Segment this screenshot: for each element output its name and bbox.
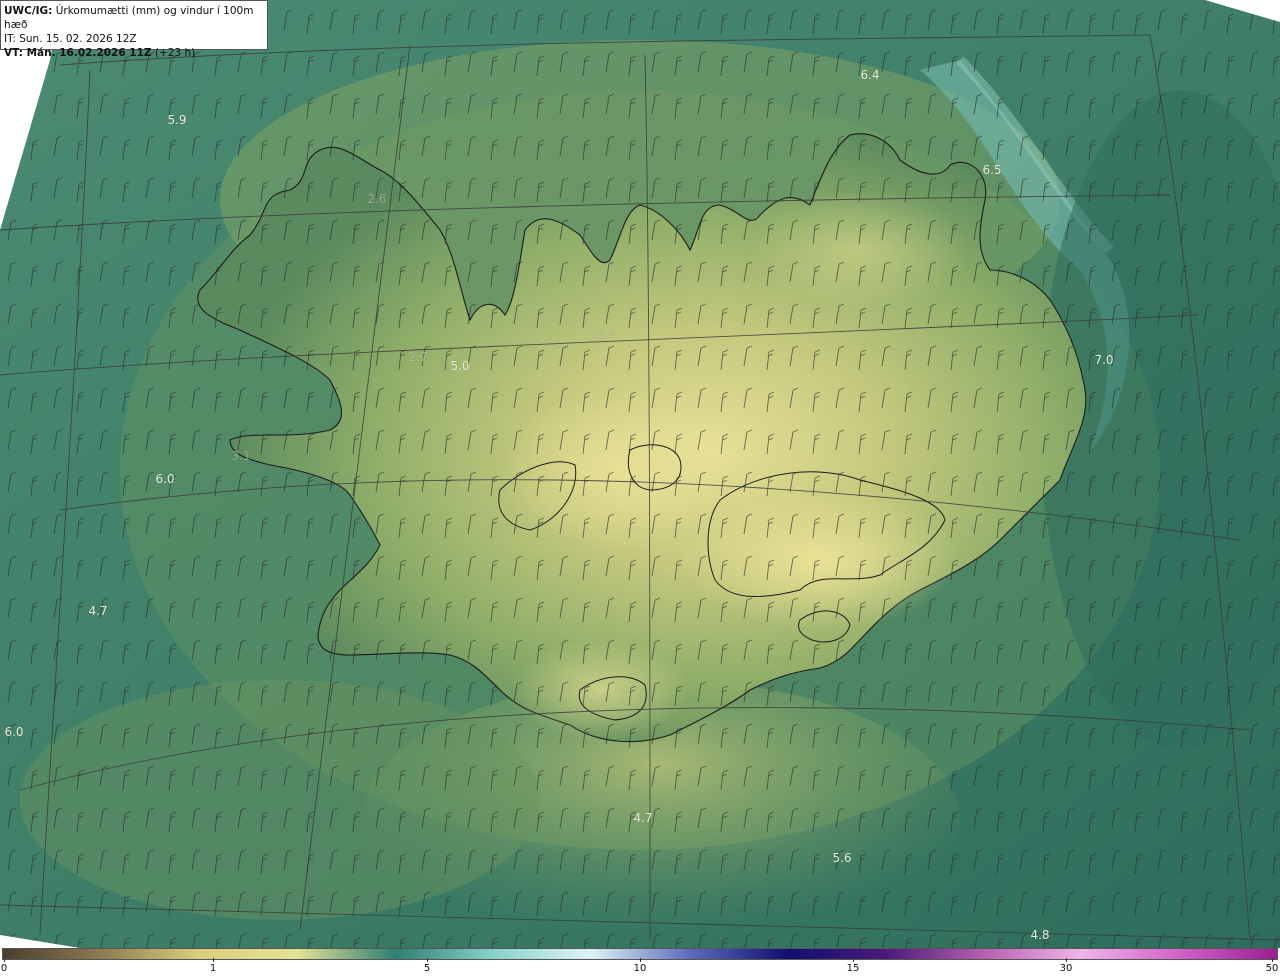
- map-value-label: 2.7: [408, 350, 428, 364]
- issued-time: IT: Sun. 15. 02. 2026 12Z: [4, 33, 137, 45]
- colorbar-tick-label: 5: [423, 963, 431, 974]
- model-prefix: UWC/IG:: [4, 5, 53, 17]
- colorbar-tick-mark: [4, 958, 5, 962]
- colorbar-tick-label: 0: [0, 963, 8, 974]
- map-value-label: 6.0: [155, 472, 175, 486]
- colorbar-tick-label: 15: [846, 963, 860, 974]
- colorbar-tick-mark: [213, 958, 214, 962]
- colorbar-tick-label: 1: [209, 963, 217, 974]
- map-value-label: 4.7: [88, 604, 108, 618]
- map-value-label: 4.7: [633, 811, 653, 825]
- colorbar-tick-label: 10: [633, 963, 647, 974]
- valid-time-offset: (+23 h): [151, 47, 196, 59]
- map-info-box: UWC/IG: Úrkomumætti (mm) og vindur í 100…: [0, 0, 268, 59]
- map-value-label: 6.4: [860, 68, 880, 82]
- map-value-label: 3.1: [231, 449, 251, 463]
- colorbar-tick-mark: [640, 958, 641, 962]
- map-value-label: 7.0: [1094, 353, 1114, 367]
- map-value-label: 5.6: [832, 851, 852, 865]
- colorbar-tick-mark: [853, 958, 854, 962]
- map-value-label: 5.0: [450, 359, 470, 373]
- valid-time-main: VT: Mán. 16.02.2026 11Z: [4, 47, 152, 59]
- map-value-label: 4.8: [1030, 928, 1050, 942]
- map-value-label: 6.5: [982, 163, 1002, 177]
- colorbar-tick-mark: [1272, 958, 1273, 962]
- map-value-label: 5.9: [167, 113, 187, 127]
- map-value-label: 4.4: [597, 328, 617, 342]
- precipitation-map: [0, 0, 1280, 948]
- colorbar-tick-mark: [427, 958, 428, 962]
- colorbar-tick-mark: [1066, 958, 1067, 962]
- map-value-label: 6.0: [4, 725, 24, 739]
- valid-time: VT: Mán. 16.02.2026 11Z (+23 h): [4, 46, 264, 60]
- map-value-label: 2.6: [367, 192, 387, 206]
- colorbar-tick-label: 30: [1059, 963, 1073, 974]
- map-title: UWC/IG: Úrkomumætti (mm) og vindur í 100…: [4, 4, 264, 32]
- colorbar-tick-label: 50: [1265, 963, 1279, 974]
